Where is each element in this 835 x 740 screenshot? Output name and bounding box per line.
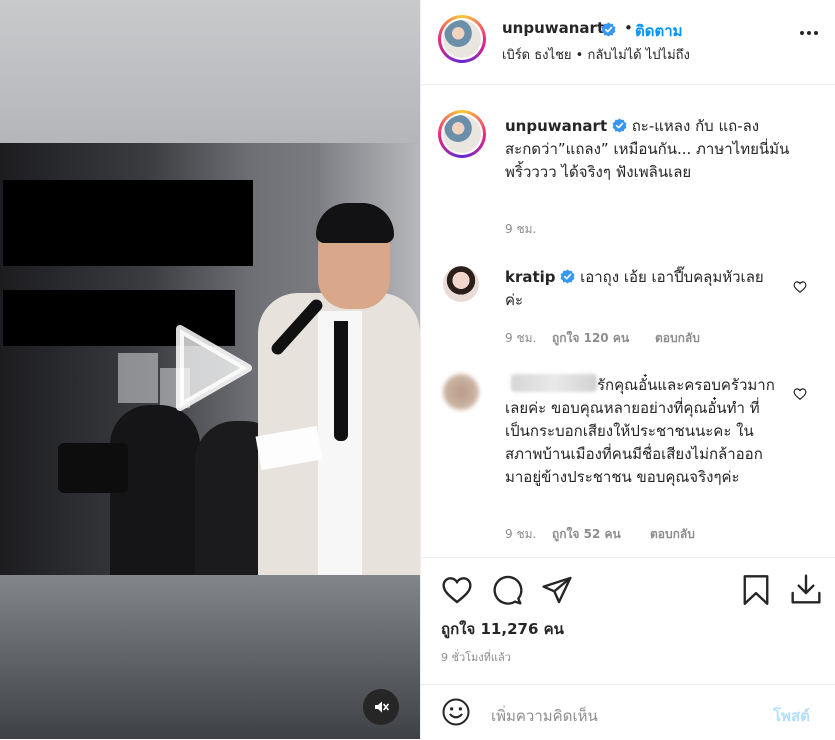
- comment-likes[interactable]: ถูกใจ 52 คน: [552, 525, 621, 544]
- likes-count[interactable]: ถูกใจ 11,276 คน: [441, 617, 564, 641]
- post-comment-button[interactable]: โพสต์: [773, 704, 810, 728]
- comment-avatar-blurred[interactable]: [443, 374, 479, 410]
- more-options-icon[interactable]: [799, 30, 819, 36]
- separator-dot: •: [624, 19, 633, 37]
- verified-badge-icon: [560, 269, 575, 284]
- comment-icon[interactable]: [491, 574, 523, 606]
- video-camera: [58, 443, 128, 493]
- comment-time[interactable]: 9 ชม.: [505, 329, 536, 348]
- header-username[interactable]: unpuwanart: [502, 19, 604, 37]
- verified-badge-icon: [612, 118, 627, 133]
- mute-toggle-button[interactable]: [363, 689, 399, 725]
- caption-block: unpuwanart ถะ-แหลง กับ แถ-ลง สะกดว่า”แถล…: [505, 115, 795, 184]
- comment-composer: เพิ่มความคิดเห็น โพสต์: [421, 684, 835, 740]
- avatar[interactable]: [438, 15, 486, 63]
- post-video-pane[interactable]: [0, 0, 420, 739]
- comment-reply-button[interactable]: ตอบกลับ: [655, 329, 700, 348]
- comment-avatar[interactable]: [443, 266, 479, 302]
- bookmark-icon[interactable]: [741, 573, 771, 607]
- caption-time[interactable]: 9 ชม.: [505, 220, 536, 239]
- redaction-box: [3, 180, 253, 266]
- follow-button[interactable]: ติดตาม: [635, 19, 683, 43]
- host-tie: [334, 321, 348, 441]
- caption-avatar[interactable]: [438, 110, 486, 158]
- comment-input[interactable]: เพิ่มความคิดเห็น: [491, 704, 598, 728]
- heart-icon[interactable]: [441, 574, 473, 606]
- comment-block: รักคุณอั๋นและครอบครัวมากเลยค่ะ ขอบคุณหลา…: [505, 374, 775, 489]
- background-window: [118, 353, 158, 403]
- comment-reply-button[interactable]: ตอบกลับ: [650, 525, 695, 544]
- comment-time[interactable]: 9 ชม.: [505, 525, 536, 544]
- post-location[interactable]: เบิร์ด ธงไชย • กลับไม่ได้ ไปไม่ถึง: [502, 44, 690, 65]
- verified-badge-icon: [601, 22, 616, 37]
- comment-block: kratip เอาถุง เอ้ย เอาปี๊บคลุมหัวเลยค่ะ: [505, 266, 775, 312]
- muted-speaker-icon: [375, 701, 389, 713]
- comment-username[interactable]: kratip: [505, 268, 556, 286]
- share-icon[interactable]: [541, 574, 573, 606]
- post-header: unpuwanart • ติดตาม เบิร์ด ธงไชย • กลับไ…: [421, 0, 835, 85]
- post-time-ago[interactable]: 9 ชั่วโมงที่แล้ว: [441, 648, 511, 666]
- emoji-icon[interactable]: [441, 697, 471, 727]
- action-bar: ถูกใจ 11,276 คน 9 ชั่วโมงที่แล้ว: [421, 557, 835, 664]
- comment-likes[interactable]: ถูกใจ 120 คน: [552, 329, 629, 348]
- comment-like-heart-icon[interactable]: [793, 280, 807, 294]
- play-icon[interactable]: [172, 323, 254, 413]
- comment-like-heart-icon[interactable]: [793, 387, 807, 401]
- post-side-panel: unpuwanart • ติดตาม เบิร์ด ธงไชย • กลับไ…: [420, 0, 835, 739]
- download-icon[interactable]: [790, 573, 822, 605]
- comment-text: รักคุณอั๋นและครอบครัวมากเลยค่ะ ขอบคุณหลา…: [505, 376, 775, 486]
- caption-username[interactable]: unpuwanart: [505, 117, 607, 135]
